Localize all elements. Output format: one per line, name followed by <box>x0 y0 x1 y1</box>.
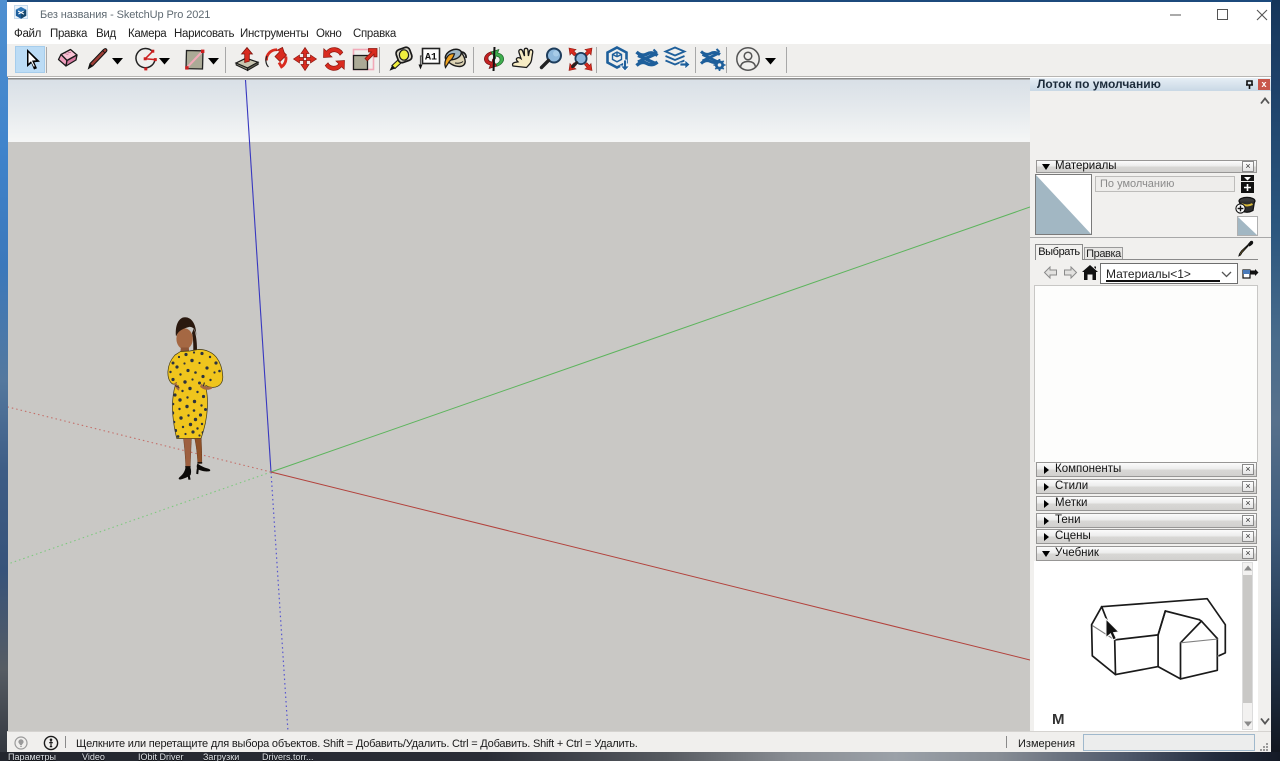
svg-text:A1: A1 <box>425 53 437 64</box>
